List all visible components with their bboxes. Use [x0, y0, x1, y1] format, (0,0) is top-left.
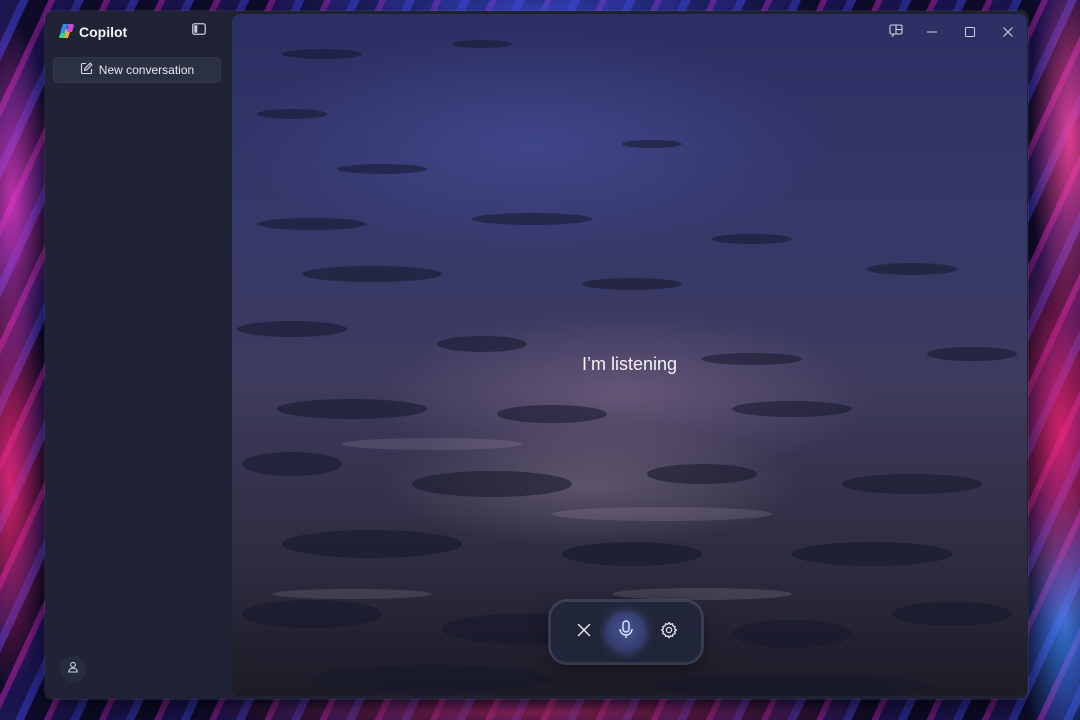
toggle-sidebar-button[interactable] — [190, 23, 208, 39]
compose-icon — [80, 62, 93, 78]
maximize-button[interactable] — [956, 23, 984, 43]
close-window-button[interactable] — [994, 23, 1022, 43]
minimize-icon — [927, 24, 937, 42]
listening-status: I’m listening — [581, 354, 678, 374]
snap-layout-icon — [889, 23, 903, 43]
app-brand: Copilot — [58, 22, 127, 42]
settings-icon — [660, 621, 678, 644]
new-conversation-label: New conversation — [98, 63, 195, 77]
account-button[interactable] — [60, 656, 86, 682]
account-icon — [67, 660, 79, 678]
close-icon — [577, 623, 591, 642]
new-conversation-button[interactable]: New conversation — [53, 57, 221, 83]
copilot-logo-icon — [58, 22, 76, 43]
sidebar: Copilot New conversation — [45, 11, 232, 699]
snap-layout-button[interactable] — [882, 23, 910, 43]
copilot-window: Copilot New conversation I’m listening — [45, 11, 1028, 699]
microphone-button[interactable] — [606, 612, 646, 652]
maximize-icon — [965, 24, 975, 42]
voice-controls — [551, 602, 701, 662]
app-title: Copilot — [79, 24, 128, 40]
voice-conversation-area: I’m listening — [232, 14, 1027, 696]
voice-settings-button[interactable] — [649, 612, 689, 652]
minimize-button[interactable] — [918, 23, 946, 43]
end-voice-button[interactable] — [564, 612, 604, 652]
sidebar-toggle-icon — [192, 22, 206, 40]
microphone-icon — [618, 619, 634, 645]
close-icon — [1003, 24, 1013, 42]
